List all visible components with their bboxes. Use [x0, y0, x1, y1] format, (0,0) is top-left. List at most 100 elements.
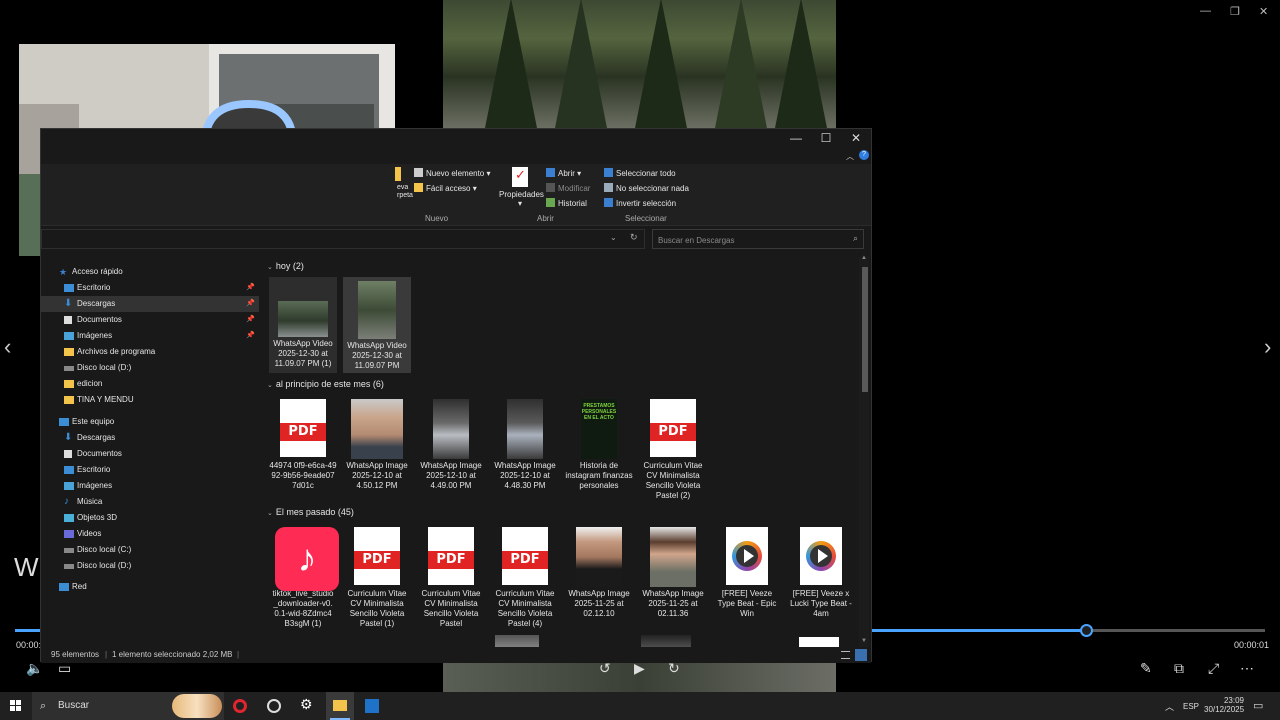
restore-icon[interactable]: ❐ — [1230, 5, 1240, 18]
invert-selection-button[interactable]: Invertir selección — [604, 198, 676, 208]
sidebar-item-disco-d[interactable]: Disco local (D:) — [41, 360, 259, 376]
notifications-icon[interactable]: ▭ — [1253, 699, 1263, 712]
total-time: 00:00:01 — [1234, 640, 1270, 650]
vscode-icon[interactable] — [365, 699, 379, 713]
large-icons-view-icon[interactable] — [855, 649, 867, 661]
more-options-icon[interactable]: ⋯ — [1240, 660, 1254, 677]
collapse-ribbon-icon[interactable]: ︿ — [846, 151, 854, 162]
computer-icon — [59, 418, 69, 426]
sidebar-item-descargas[interactable]: ⬇ Descargas 📌 — [41, 296, 259, 312]
close-icon[interactable]: ✕ — [841, 130, 871, 146]
file-item[interactable]: WhatsApp Image 2025-12-10 at 4.50.12 PM — [343, 395, 411, 491]
details-view-icon[interactable] — [841, 651, 850, 659]
file-item[interactable]: [FREE] Veeze Type Beat - Epic Win — [713, 523, 781, 619]
file-item[interactable]: PDF Curriculum Vitae CV Minimalista Senc… — [417, 523, 485, 629]
group-header-this-month[interactable]: ⌄ al principio de este mes (6) — [267, 379, 384, 389]
chrome-icon[interactable] — [267, 699, 281, 713]
chevron-up-icon[interactable]: ︿ — [1165, 700, 1174, 713]
file-item[interactable]: WhatsApp Image 2025-12-10 at 4.49.00 PM — [417, 395, 485, 491]
taskbar-search-label: Buscar — [58, 700, 90, 711]
explorer-titlebar[interactable]: — ☐ ✕ — [41, 129, 871, 147]
fullscreen-icon[interactable]: ⤢ — [1208, 660, 1219, 677]
refresh-icon[interactable]: ↻ — [630, 232, 638, 243]
ribbon-group-open: Abrir — [537, 214, 554, 223]
miniplayer-icon[interactable]: ⧉ — [1174, 660, 1184, 677]
edit-button: Modificar — [546, 183, 590, 193]
file-item[interactable]: WhatsApp Image 2025-11-25 at 02.11.36 — [639, 523, 707, 619]
sidebar-item-pc-imagenes[interactable]: Imágenes — [41, 478, 259, 494]
sidebar-item-pc-escritorio[interactable]: Escritorio — [41, 462, 259, 478]
sidebar-item-edicion[interactable]: edicion — [41, 376, 259, 392]
easy-access-button[interactable]: Fácil acceso ▾ — [414, 183, 477, 193]
scroll-down-icon[interactable]: ▼ — [861, 638, 867, 644]
scroll-up-icon[interactable]: ▲ — [861, 255, 867, 261]
file-explorer-window[interactable]: — ☐ ✕ ︿ ? eva rpeta Nuevo elemento ▾ Fác… — [40, 128, 872, 663]
sidebar-item-tina-y-mendu[interactable]: TINA Y MENDU — [41, 392, 259, 408]
search-icon[interactable]: ⌕ — [853, 233, 858, 244]
windows-start-icon[interactable] — [10, 700, 22, 712]
media-file-icon — [800, 527, 842, 585]
edit-pencil-icon[interactable]: ✎ — [1140, 660, 1152, 677]
sidebar-item-escritorio[interactable]: Escritorio 📌 — [41, 280, 259, 296]
next-arrow-icon[interactable]: › — [1264, 334, 1271, 360]
minimize-icon[interactable]: — — [781, 130, 811, 146]
folder-icon — [64, 396, 74, 404]
group-header-today[interactable]: ⌄ hoy (2) — [267, 261, 304, 271]
minimize-icon[interactable]: — — [1200, 5, 1211, 17]
address-bar[interactable]: ⌄ ↻ — [41, 229, 645, 249]
sidebar-item-pc-objetos-3d[interactable]: Objetos 3D — [41, 510, 259, 526]
file-name: [FREE] Veeze Type Beat - Epic Win — [717, 589, 777, 618]
file-explorer-taskbar-button[interactable] — [326, 692, 354, 720]
file-item[interactable]: WhatsApp Video 2025-12-30 at 11.09.07 PM… — [269, 277, 337, 373]
open-button[interactable]: Abrir ▾ — [546, 168, 581, 178]
taskbar-search[interactable]: ⌕ Buscar — [32, 692, 224, 720]
close-icon[interactable]: ✕ — [1259, 5, 1268, 18]
file-item[interactable]: PRESTAMOS PERSONALES EN EL ACTO Historia… — [565, 395, 633, 491]
sidebar-quick-access[interactable]: ★ Acceso rápido — [41, 264, 259, 280]
group-header-last-month[interactable]: ⌄ El mes pasado (45) — [267, 507, 354, 517]
file-item[interactable]: PDF Curriculum Vitae CV Minimalista Senc… — [343, 523, 411, 629]
search-input[interactable] — [653, 231, 833, 250]
settings-gear-icon[interactable]: ⚙ — [300, 696, 313, 713]
new-item-label: Nuevo elemento — [426, 169, 485, 178]
navigation-pane: ★ Acceso rápido Escritorio 📌 ⬇ Descargas 📌 D… — [41, 262, 259, 649]
seek-thumb[interactable] — [1080, 624, 1093, 637]
open-icon — [546, 168, 555, 177]
sidebar-item-pc-disco-d[interactable]: Disco local (D:) — [41, 558, 259, 574]
sidebar-item-label: Imágenes — [77, 481, 113, 490]
sidebar-item-pc-musica[interactable]: ♪ Música — [41, 494, 259, 510]
file-item[interactable]: WhatsApp Image 2025-12-10 at 4.48.30 PM — [491, 395, 559, 491]
file-item[interactable]: PDF 44974 0f9-e6ca-49 92-9b56-9eade07 7d… — [269, 395, 337, 491]
file-item[interactable]: [FREE] Veeze x Lucki Type Beat - 4am — [787, 523, 855, 619]
select-all-button[interactable]: Seleccionar todo — [604, 168, 676, 178]
sidebar-item-pc-disco-c[interactable]: Disco local (C:) — [41, 542, 259, 558]
sidebar-item-pc-documentos[interactable]: Documentos — [41, 446, 259, 462]
file-item[interactable]: WhatsApp Image 2025-11-25 at 02.12.10 — [565, 523, 633, 619]
new-folder-button[interactable]: eva rpeta — [397, 184, 413, 200]
select-none-button[interactable]: No seleccionar nada — [604, 183, 689, 193]
properties-button[interactable]: ✓ Propiedades ▾ — [499, 167, 544, 208]
network-label: Red — [72, 582, 87, 591]
sidebar-item-imagenes[interactable]: Imágenes 📌 — [41, 328, 259, 344]
file-item[interactable]: PDF Curriculum Vitae CV Minimalista Senc… — [639, 395, 707, 501]
chevron-down-icon[interactable]: ⌄ — [610, 233, 617, 242]
opera-icon[interactable] — [233, 699, 247, 713]
language-indicator[interactable]: ESP — [1183, 702, 1199, 711]
file-item[interactable]: WhatsApp Video 2025-12-30 at 11.09.07 PM — [343, 277, 411, 373]
scrollbar-thumb[interactable] — [862, 267, 868, 392]
sidebar-item-documentos[interactable]: Documentos 📌 — [41, 312, 259, 328]
file-item[interactable]: ♪ tiktok_live_studio _downloader-v0. 0.1… — [269, 523, 339, 629]
sidebar-network[interactable]: Red — [41, 579, 259, 595]
help-icon[interactable]: ? — [859, 150, 869, 160]
file-item[interactable]: PDF Curriculum Vitae CV Minimalista Senc… — [491, 523, 559, 629]
sidebar-item-archivos-de-programa[interactable]: Archivos de programa — [41, 344, 259, 360]
search-box[interactable]: ⌕ — [652, 229, 864, 250]
clock[interactable]: 23:09 30/12/2025 — [1204, 696, 1244, 714]
new-item-button[interactable]: Nuevo elemento ▾ — [414, 168, 491, 178]
sidebar-this-pc[interactable]: Este equipo — [41, 414, 259, 430]
sidebar-item-pc-descargas[interactable]: ⬇ Descargas — [41, 430, 259, 446]
sidebar-item-pc-videos[interactable]: Videos — [41, 526, 259, 542]
maximize-icon[interactable]: ☐ — [811, 130, 841, 146]
previous-arrow-icon[interactable]: ‹ — [4, 334, 11, 360]
history-button[interactable]: Historial — [546, 198, 587, 208]
